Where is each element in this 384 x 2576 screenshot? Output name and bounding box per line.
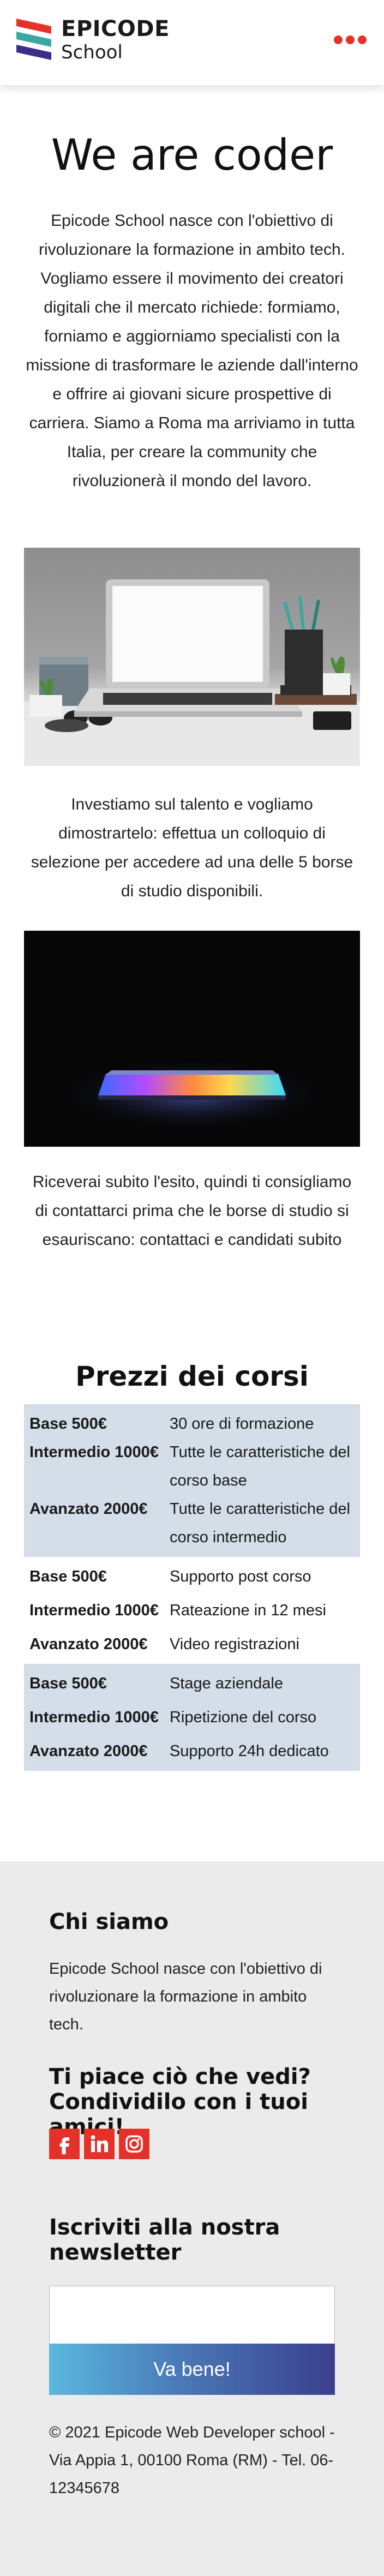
laptop-desk-image	[24, 548, 360, 766]
plan-name: Avanzato 2000€	[24, 1495, 164, 1557]
newsletter-submit-button[interactable]: Va bene!	[49, 2344, 335, 2395]
epicode-logo[interactable]: EPICODE School	[16, 16, 169, 64]
laptop-desk-illustration	[24, 579, 360, 766]
plan-feature: 30 ore di formazione	[164, 1404, 360, 1438]
about-text: Epicode School nasce con l'obiettivo di …	[49, 1960, 322, 2033]
plan-feature: Tutte le caratteristiche del corso base	[164, 1438, 360, 1495]
table-row: Intermedio 1000€ Ripetizione del corso	[24, 1698, 360, 1732]
plan-feature: Ripetizione del corso	[164, 1698, 360, 1732]
page-title: We are coder	[51, 131, 333, 180]
table-row: Avanzato 2000€ Supporto 24h dedicato	[24, 1732, 360, 1771]
plan-feature: Supporto 24h dedicato	[164, 1732, 360, 1771]
contact-paragraph: Riceverai subito l'esito, quindi ti cons…	[32, 1173, 352, 1249]
plan-name: Intermedio 1000€	[29, 1602, 159, 1619]
dot	[358, 35, 367, 44]
plan-name: Intermedio 1000€	[24, 1438, 164, 1495]
social-links	[49, 2129, 149, 2159]
scholarship-paragraph: Investiamo sul talento e vogliamo dimost…	[31, 795, 353, 900]
prices-title: Prezzi dei corsi	[75, 1361, 309, 1392]
plan-name: Avanzato 2000€	[29, 1636, 148, 1653]
logo-line2: School	[61, 41, 123, 63]
laptop-dark-image	[24, 931, 360, 1147]
logo-mark-icon	[16, 19, 51, 60]
table-row: Base 500€ 30 ore di formazione	[24, 1404, 360, 1438]
plan-name: Avanzato 2000€	[24, 1732, 164, 1771]
linkedin-icon[interactable]	[84, 2129, 115, 2159]
plan-name: Intermedio 1000€	[24, 1698, 164, 1732]
table-row: Intermedio 1000€ Tutte le caratteristich…	[24, 1438, 360, 1495]
newsletter-email-input[interactable]	[49, 2286, 335, 2344]
more-dots-icon[interactable]	[334, 32, 367, 48]
plan-feature: Video registrazioni	[169, 1636, 299, 1653]
copyright-text: © 2021 Epicode Web Developer school - Vi…	[49, 2424, 335, 2497]
plan-name: Base 500€	[24, 1404, 164, 1438]
table-row: Avanzato 2000€ Video registrazioni	[24, 1625, 360, 1664]
table-row: Base 500€ Stage aziendale	[24, 1664, 360, 1698]
dot	[346, 35, 355, 44]
newsletter-title: Iscriviti alla nostra newsletter	[49, 2215, 280, 2265]
plan-feature: Stage aziendale	[164, 1664, 360, 1698]
plan-feature: Rateazione in 12 mesi	[169, 1602, 326, 1619]
instagram-icon[interactable]	[119, 2129, 149, 2159]
plan-name: Base 500€	[24, 1664, 164, 1698]
plan-feature: Supporto post corso	[169, 1568, 311, 1585]
logo-line1: EPICODE	[61, 16, 170, 41]
table-row: Base 500€ Supporto post corso	[24, 1557, 360, 1591]
facebook-icon[interactable]	[49, 2129, 80, 2159]
laptop-dark-illustration	[50, 1056, 334, 1133]
intro-paragraph: Epicode School nasce con l'obiettivo di …	[26, 212, 358, 490]
table-row: Intermedio 1000€ Rateazione in 12 mesi	[24, 1591, 360, 1625]
plan-name: Base 500€	[29, 1568, 107, 1585]
table-row: Avanzato 2000€ Tutte le caratteristiche …	[24, 1495, 360, 1557]
about-title: Chi siamo	[49, 1909, 169, 1934]
plan-feature: Tutte le caratteristiche del corso inter…	[164, 1495, 360, 1557]
site-footer: Chi siamo Epicode School nasce con l'obi…	[0, 1861, 384, 2576]
site-header: EPICODE School	[0, 0, 384, 85]
dot	[334, 35, 343, 44]
price-table: Base 500€ 30 ore di formazione Intermedi…	[24, 1404, 360, 1771]
